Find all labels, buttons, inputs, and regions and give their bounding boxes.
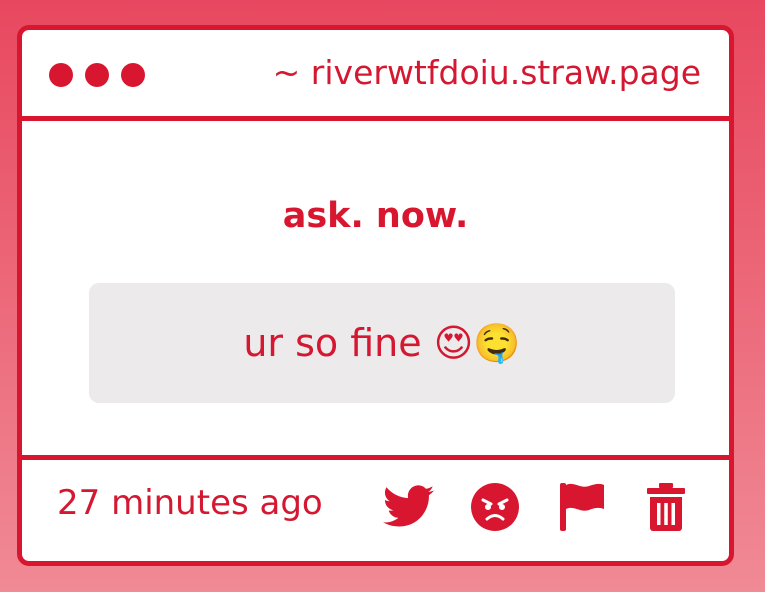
trash-icon (647, 483, 685, 531)
window-titlebar: ~ riverwtfdoiu.straw.page (22, 30, 729, 121)
question-box: ur so fine 😍🤤 (89, 283, 675, 403)
question-section: ask. now. ur so fine 😍🤤 (22, 121, 729, 466)
window-dot (121, 63, 145, 87)
angry-face-icon (471, 483, 519, 531)
delete-button[interactable] (639, 480, 693, 534)
page-heading: ask. now. (282, 196, 469, 236)
window-dot (85, 63, 109, 87)
twitter-icon (383, 485, 435, 527)
question-text: ur so fine 😍🤤 (243, 321, 521, 365)
angry-reaction-button[interactable] (468, 480, 522, 534)
flag-icon (560, 483, 604, 531)
window-controls (49, 63, 145, 87)
question-card: ~ riverwtfdoiu.straw.page ask. now. ur s… (17, 25, 734, 566)
card-footer: 27 minutes ago (22, 455, 729, 561)
window-dot (49, 63, 73, 87)
report-button[interactable] (555, 480, 609, 534)
twitter-share-button[interactable] (382, 480, 436, 534)
page-url[interactable]: ~ riverwtfdoiu.straw.page (273, 53, 701, 93)
timestamp: 27 minutes ago (57, 483, 323, 523)
